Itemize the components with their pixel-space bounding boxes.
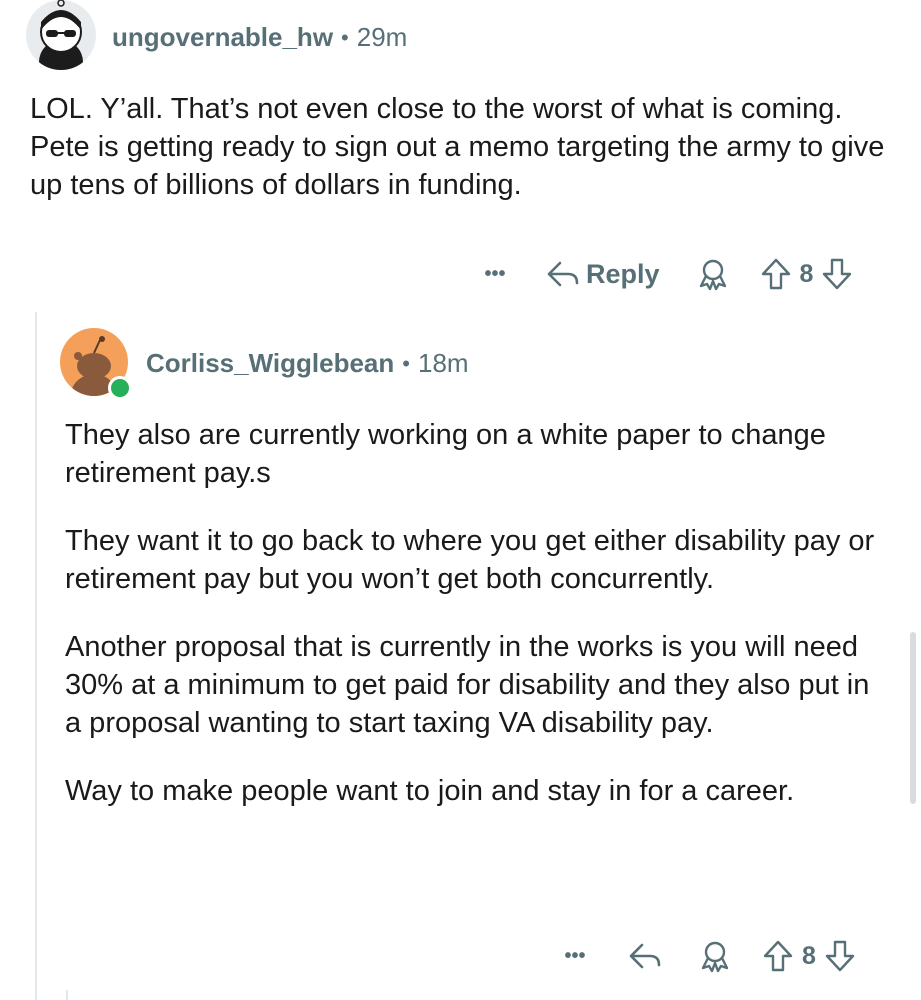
nested-thread-line[interactable] [66, 990, 68, 1000]
timestamp: 18m [417, 348, 469, 378]
comment-meta: Corliss_Wigglebean • 18m [146, 348, 469, 379]
username[interactable]: ungovernable_hw [112, 22, 333, 53]
upvote-arrow-icon [763, 940, 793, 972]
comment-meta: ungovernable_hw • 29m [112, 22, 407, 53]
vote-score: 8 [802, 941, 816, 970]
reply-arrow-icon [629, 943, 661, 969]
upvote-button[interactable] [762, 939, 794, 973]
comment-actions: ••• 8 [558, 934, 856, 978]
upvote-button[interactable] [760, 257, 792, 291]
comment-body: They also are currently working on a whi… [65, 416, 885, 810]
comment-body: LOL. Y’all. That’s not even close to the… [30, 90, 890, 204]
upvote-arrow-icon [761, 258, 790, 290]
avatar[interactable] [26, 0, 96, 70]
username[interactable]: Corliss_Wigglebean [146, 348, 394, 379]
downvote-arrow-icon [825, 940, 855, 972]
comment-paragraph: They also are currently working on a whi… [65, 419, 826, 489]
downvote-arrow-icon [823, 258, 852, 290]
comment-paragraph: LOL. Y’all. That’s not even close to the… [30, 93, 885, 201]
downvote-button[interactable] [824, 939, 856, 973]
reply-label: Reply [586, 258, 660, 289]
online-status-icon [108, 376, 132, 400]
downvote-button[interactable] [821, 257, 853, 291]
vote-score: 8 [799, 259, 814, 288]
timestamp: 29m [356, 22, 408, 52]
snoo-sunglasses-avatar-icon [39, 0, 83, 70]
comment-paragraph: Another proposal that is currently in th… [65, 631, 870, 739]
more-options-button[interactable]: ••• [478, 263, 512, 286]
meta-separator: • [341, 24, 349, 50]
scrollbar[interactable] [910, 632, 916, 804]
comment-paragraph: Way to make people want to join and stay… [65, 775, 795, 807]
meta-separator: • [402, 350, 410, 376]
thread-line[interactable] [35, 312, 37, 1000]
award-button[interactable] [698, 939, 732, 973]
comment-paragraph: They want it to go back to where you get… [65, 525, 875, 595]
reply-button[interactable] [628, 941, 662, 971]
award-icon [699, 259, 726, 291]
comment-actions: ••• Reply 8 [478, 252, 853, 296]
award-icon [701, 941, 729, 973]
more-options-button[interactable]: ••• [558, 945, 592, 968]
award-button[interactable] [696, 257, 730, 291]
reply-arrow-icon [547, 261, 579, 287]
reply-button[interactable]: Reply [546, 259, 660, 290]
